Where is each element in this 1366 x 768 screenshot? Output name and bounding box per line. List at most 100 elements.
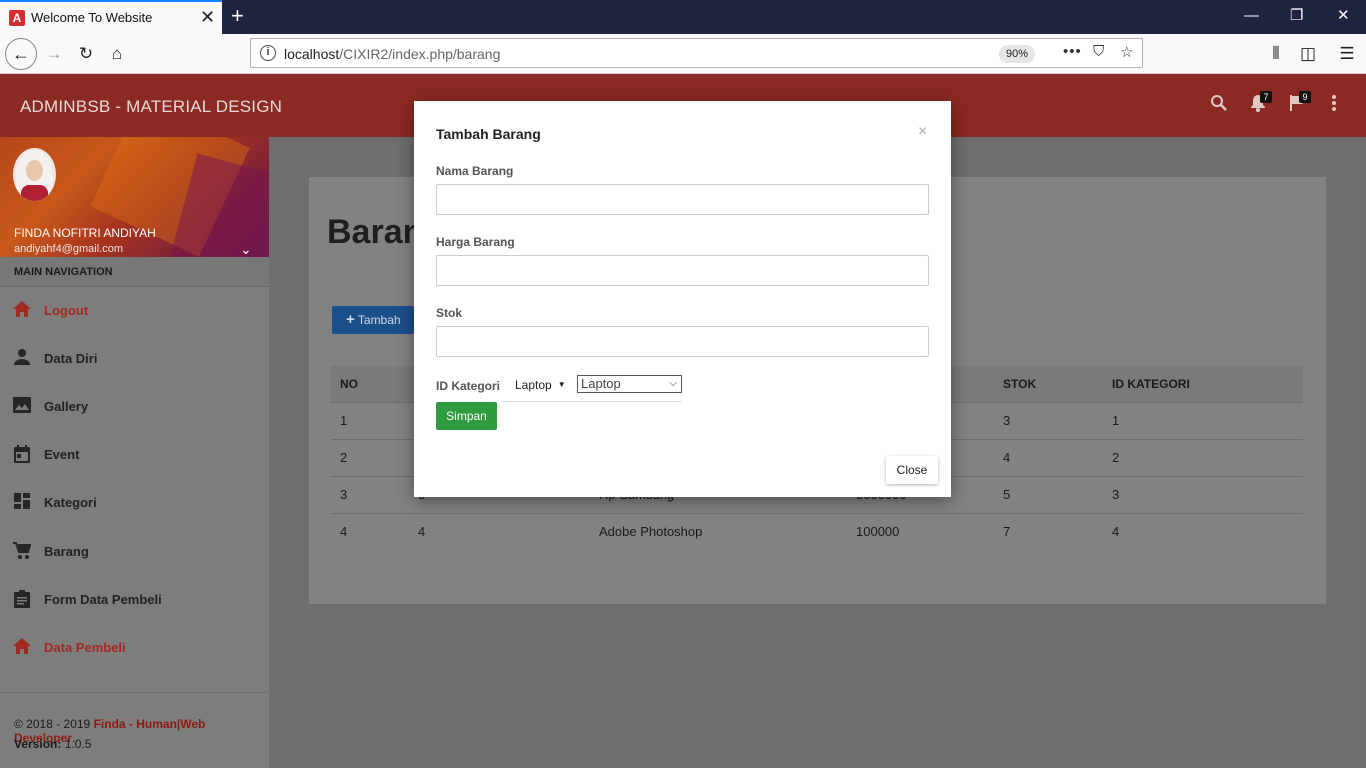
avatar-face bbox=[26, 160, 43, 181]
kategori-select-value: Laptop bbox=[581, 376, 621, 391]
modal-title: Tambah Barang bbox=[436, 126, 541, 142]
calendar-icon bbox=[12, 445, 32, 465]
tasks-badge: 9 bbox=[1299, 91, 1311, 103]
table-cell: 3 bbox=[331, 475, 409, 513]
user-email: andiyahf4@gmail.com bbox=[14, 243, 123, 255]
chevron-down-icon[interactable]: ⌄ bbox=[240, 241, 252, 257]
sidebar-item-label: Logout bbox=[44, 303, 89, 318]
nama-barang-input[interactable] bbox=[436, 184, 929, 215]
harga-barang-input[interactable] bbox=[436, 255, 929, 286]
sidebar-item-label: Data Diri bbox=[44, 351, 98, 366]
table-cell: 4 bbox=[409, 512, 590, 550]
sidebar-item-kategori[interactable]: Kategori bbox=[0, 479, 269, 527]
sidebar-item-gallery[interactable]: Gallery bbox=[0, 383, 269, 431]
version-label: Version: bbox=[14, 737, 65, 751]
avatar[interactable] bbox=[13, 148, 56, 201]
table-cell: 4 bbox=[994, 438, 1103, 476]
url-path: /CIXIR2/index.php/barang bbox=[339, 46, 501, 62]
more-vert-icon[interactable] bbox=[1331, 94, 1337, 117]
table-row: 4 4 Adobe Photoshop 100000 7 4 bbox=[331, 512, 1303, 550]
sidebar-toggle-icon[interactable]: ◫ bbox=[1294, 41, 1322, 67]
new-tab-button[interactable]: + bbox=[231, 4, 244, 28]
notifications-icon[interactable]: 7 bbox=[1250, 91, 1272, 117]
browser-toolbar: ← → ↻ ⌂ i localhost/CIXIR2/index.php/bar… bbox=[0, 34, 1366, 74]
browser-titlebar: A Welcome To Website ✕ + — ❐ ✕ bbox=[0, 0, 1366, 34]
tambah-barang-modal: Tambah Barang × Nama Barang Harga Barang… bbox=[414, 101, 951, 497]
kategori-dropdown-value: Laptop bbox=[515, 378, 552, 392]
more-actions-icon[interactable]: ••• bbox=[1063, 43, 1082, 60]
back-arrow-icon[interactable]: ← bbox=[5, 38, 37, 70]
search-icon[interactable] bbox=[1210, 94, 1228, 117]
sidebar-item-barang[interactable]: Barang bbox=[0, 528, 269, 576]
table-cell: 1 bbox=[1103, 401, 1303, 439]
pocket-icon[interactable]: ⛉ bbox=[1093, 43, 1104, 60]
table-cell: 2 bbox=[331, 438, 409, 476]
sidebar-item-event[interactable]: Event bbox=[0, 431, 269, 479]
close-icon[interactable]: × bbox=[918, 123, 927, 141]
zoom-indicator[interactable]: 90% bbox=[999, 45, 1036, 63]
brand-title[interactable]: ADMINBSB - MATERIAL DESIGN bbox=[20, 97, 282, 117]
table-cell: 1 bbox=[331, 401, 409, 439]
info-icon[interactable]: i bbox=[260, 45, 276, 61]
url-text[interactable]: localhost/CIXIR2/index.php/barang bbox=[284, 46, 500, 62]
sidebar-item-label: Kategori bbox=[44, 495, 97, 510]
user-info-panel: FINDA NOFITRI ANDIYAH andiyahf4@gmail.co… bbox=[0, 137, 269, 257]
sidebar-item-logout[interactable]: Logout bbox=[0, 287, 269, 335]
home-icon[interactable]: ⌂ bbox=[103, 41, 131, 67]
avatar-shirt bbox=[21, 185, 48, 201]
column-header: NO bbox=[331, 366, 409, 402]
home-icon bbox=[12, 301, 32, 321]
flag-icon[interactable]: 9 bbox=[1289, 91, 1311, 117]
forward-arrow-icon[interactable]: → bbox=[40, 41, 68, 67]
table-cell: 7 bbox=[994, 512, 1103, 550]
bookmark-star-icon[interactable]: ☆ bbox=[1120, 43, 1133, 61]
browser-tab[interactable]: A Welcome To Website ✕ bbox=[0, 0, 222, 34]
table-cell: 100000 bbox=[847, 512, 994, 550]
version-number: 1.0.5 bbox=[64, 737, 92, 751]
close-button[interactable]: Close bbox=[886, 456, 938, 484]
add-button[interactable]: + Tambah bbox=[332, 306, 414, 334]
sidebar-item-form-data-pembeli[interactable]: Form Data Pembeli bbox=[0, 576, 269, 624]
column-header: ID KATEGORI bbox=[1103, 366, 1303, 402]
sidebar-item-label: Form Data Pembeli bbox=[44, 592, 162, 607]
image-icon bbox=[12, 397, 32, 417]
table-cell: Adobe Photoshop bbox=[590, 512, 847, 550]
menu-icon[interactable]: ☰ bbox=[1333, 41, 1361, 67]
reload-icon[interactable]: ↻ bbox=[72, 41, 100, 67]
kategori-select[interactable]: Laptop ⌵ bbox=[577, 375, 682, 393]
table-cell: 5 bbox=[994, 475, 1103, 513]
table-cell: 4 bbox=[331, 512, 409, 550]
sidebar-item-label: Event bbox=[44, 447, 80, 462]
table-cell: 2 bbox=[1103, 438, 1303, 476]
sidebar-footer: © 2018 - 2019 Finda - Human|Web Develope… bbox=[0, 692, 269, 768]
stok-label: Stok bbox=[436, 306, 463, 320]
window-close-button[interactable]: ✕ bbox=[1337, 8, 1350, 24]
dashboard-icon bbox=[12, 493, 32, 513]
id-kategori-label: ID Kategori bbox=[436, 379, 501, 393]
tab-title: Welcome To Website bbox=[31, 10, 153, 25]
url-bar[interactable]: i localhost/CIXIR2/index.php/barang 90% … bbox=[250, 38, 1143, 68]
home-icon bbox=[12, 638, 32, 658]
table-cell: 3 bbox=[1103, 475, 1303, 513]
table-cell: 4 bbox=[1103, 512, 1303, 550]
person-icon bbox=[12, 349, 32, 369]
library-icon[interactable]: ⫴ bbox=[1262, 41, 1290, 67]
chevron-down-icon: ⌵ bbox=[669, 378, 677, 389]
restore-button[interactable]: ❐ bbox=[1290, 8, 1303, 24]
divider bbox=[502, 401, 682, 402]
favicon-icon: A bbox=[9, 10, 25, 26]
notifications-badge: 7 bbox=[1260, 91, 1272, 103]
simpan-button[interactable]: Simpan bbox=[436, 402, 497, 430]
kategori-dropdown[interactable]: Laptop ▼ bbox=[515, 378, 566, 392]
minimize-button[interactable]: — bbox=[1244, 8, 1259, 24]
caret-down-icon: ▼ bbox=[557, 380, 566, 389]
column-header: STOK bbox=[994, 366, 1103, 402]
stok-input[interactable] bbox=[436, 326, 929, 357]
sidebar-item-data-diri[interactable]: Data Diri bbox=[0, 335, 269, 383]
tab-close-icon[interactable]: ✕ bbox=[200, 8, 215, 26]
copyright-prefix: © 2018 - 2019 bbox=[14, 717, 94, 731]
nav-header-label: MAIN NAVIGATION bbox=[14, 266, 113, 278]
sidebar: FINDA NOFITRI ANDIYAH andiyahf4@gmail.co… bbox=[0, 137, 269, 768]
plus-icon: + bbox=[346, 311, 355, 328]
sidebar-item-data-pembeli[interactable]: Data Pembeli bbox=[0, 624, 269, 672]
